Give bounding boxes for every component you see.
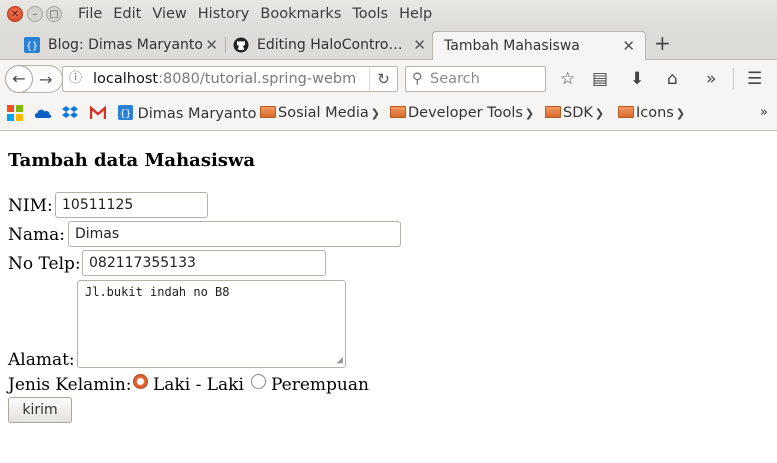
submit-button[interactable]: kirim: [8, 397, 72, 423]
github-icon: [233, 37, 249, 53]
menu-edit[interactable]: Edit: [113, 6, 141, 22]
bookmark-label: Sosial Media: [278, 105, 369, 121]
menu-view[interactable]: View: [152, 6, 186, 22]
menu-tools[interactable]: Tools: [352, 6, 388, 22]
tab-title: Blog: Dimas Maryanto: [48, 37, 203, 53]
url-bar[interactable]: ⓘ localhost:8080/tutorial.spring-webm ↻: [62, 66, 398, 92]
menu-bookmarks[interactable]: Bookmarks: [260, 6, 341, 22]
chevron-down-icon: ❯: [370, 107, 380, 120]
nim-label: NIM:: [8, 196, 53, 216]
reload-icon[interactable]: ↻: [369, 67, 397, 91]
chevron-down-icon: ❯: [594, 107, 605, 120]
menu-bar: File Edit View History Bookmarks Tools H…: [78, 6, 443, 22]
chevron-down-icon: ❯: [675, 107, 686, 120]
tab-tambah-mahasiswa[interactable]: Tambah Mahasiswa ✕: [432, 31, 646, 60]
bookmark-label: Dimas Maryanto: [137, 106, 257, 122]
brackets-icon: {}: [24, 37, 40, 53]
bookmark-label: Developer Tools: [408, 105, 523, 121]
nim-input[interactable]: 10511125: [55, 192, 208, 218]
telp-label: No Telp:: [8, 254, 81, 274]
svg-text:{}: {}: [26, 41, 38, 52]
folder-icon: [390, 106, 406, 118]
chevron-down-icon: ❯: [524, 107, 535, 120]
search-input[interactable]: ⚲ Search: [405, 66, 546, 92]
nama-label: Nama:: [8, 225, 65, 245]
radio-laki-laki[interactable]: [133, 374, 148, 389]
dropbox-icon[interactable]: [62, 105, 78, 121]
tab-title: Tambah Mahasiswa: [444, 38, 580, 54]
svg-text:{}: {}: [120, 108, 131, 119]
navigation-bar: ← → ⓘ localhost:8080/tutorial.spring-web…: [0, 60, 777, 97]
telp-input[interactable]: 082117355133: [82, 250, 326, 276]
menu-file[interactable]: File: [78, 6, 102, 22]
search-placeholder: Search: [430, 71, 480, 87]
bookmark-folder-icons[interactable]: Icons ❯: [618, 105, 685, 121]
forward-arrow-icon[interactable]: →: [39, 70, 52, 89]
bookmark-folder-sdk[interactable]: SDK ❯: [545, 105, 604, 121]
tab-separator: [225, 37, 226, 53]
nama-input[interactable]: Dimas: [68, 221, 401, 247]
page-content: Tambah data Mahasiswa NIM: 10511125 Nama…: [0, 131, 777, 463]
folder-icon: [260, 106, 276, 118]
bookmark-label: SDK: [563, 105, 593, 121]
menu-help[interactable]: Help: [399, 6, 432, 22]
tab-editing[interactable]: Editing HaloContro… ✕: [233, 31, 426, 60]
new-tab-icon[interactable]: +: [654, 31, 671, 55]
alamat-label: Alamat:: [8, 350, 75, 370]
alamat-textarea[interactable]: Jl.bukit indah no B8 ◢: [77, 280, 346, 368]
download-arrow-icon[interactable]: ⬇: [630, 69, 644, 89]
menu-history[interactable]: History: [198, 6, 250, 22]
tab-close-icon[interactable]: ✕: [622, 32, 635, 60]
tab-title: Editing HaloContro…: [257, 37, 403, 53]
hamburger-menu-icon[interactable]: ☰: [747, 69, 762, 89]
url-path: :8080/tutorial.spring-webm: [158, 71, 357, 87]
info-icon[interactable]: ⓘ: [69, 67, 82, 91]
windows-icon[interactable]: [7, 105, 23, 121]
bookmark-star-icon[interactable]: ☆: [560, 69, 575, 89]
gmail-icon[interactable]: [90, 105, 106, 121]
bookmark-folder-developer-tools[interactable]: Developer Tools ❯: [390, 105, 534, 121]
window-minimize-button[interactable]: –: [27, 6, 43, 22]
tab-close-icon[interactable]: ✕: [413, 31, 426, 59]
bookmarks-overflow-icon[interactable]: »: [760, 105, 768, 120]
page-title: Tambah data Mahasiswa: [8, 150, 256, 171]
back-forward-group: ← →: [5, 65, 63, 93]
url-host: localhost: [93, 71, 159, 87]
brackets-icon: {}: [118, 105, 133, 120]
window-close-button[interactable]: ✕: [7, 6, 23, 22]
title-bar: ✕ – □ File Edit View History Bookmarks T…: [0, 0, 777, 29]
tab-close-icon[interactable]: ✕: [205, 31, 218, 59]
tab-blog[interactable]: {} Blog: Dimas Maryanto ✕: [24, 31, 218, 60]
window-maximize-button[interactable]: □: [46, 6, 62, 22]
alamat-value: Jl.bukit indah no B8: [85, 285, 230, 299]
radio-label-perempuan: Perempuan: [271, 375, 369, 395]
back-arrow-icon[interactable]: ←: [5, 65, 33, 93]
search-icon: ⚲: [412, 71, 423, 87]
onedrive-cloud-icon[interactable]: [34, 105, 52, 121]
folder-icon: [618, 106, 634, 118]
reading-list-icon[interactable]: ▤: [592, 69, 608, 89]
home-icon[interactable]: ⌂: [667, 69, 678, 89]
bookmark-dimas-maryanto[interactable]: {} Dimas Maryanto: [118, 105, 257, 122]
gender-label: Jenis Kelamin:: [8, 375, 132, 395]
radio-perempuan[interactable]: [251, 374, 266, 389]
toolbar-separator: [733, 68, 734, 90]
folder-icon: [545, 106, 561, 118]
radio-label-laki-laki: Laki - Laki: [153, 375, 244, 395]
resize-grip-icon[interactable]: ◢: [336, 353, 343, 366]
bookmark-label: Icons: [636, 105, 674, 121]
bookmark-folder-sosial-media[interactable]: Sosial Media ❯: [260, 105, 380, 121]
overflow-chevron-icon[interactable]: »: [706, 69, 716, 89]
bookmarks-bar: {} Dimas Maryanto Sosial Media ❯ Develope…: [0, 97, 777, 131]
